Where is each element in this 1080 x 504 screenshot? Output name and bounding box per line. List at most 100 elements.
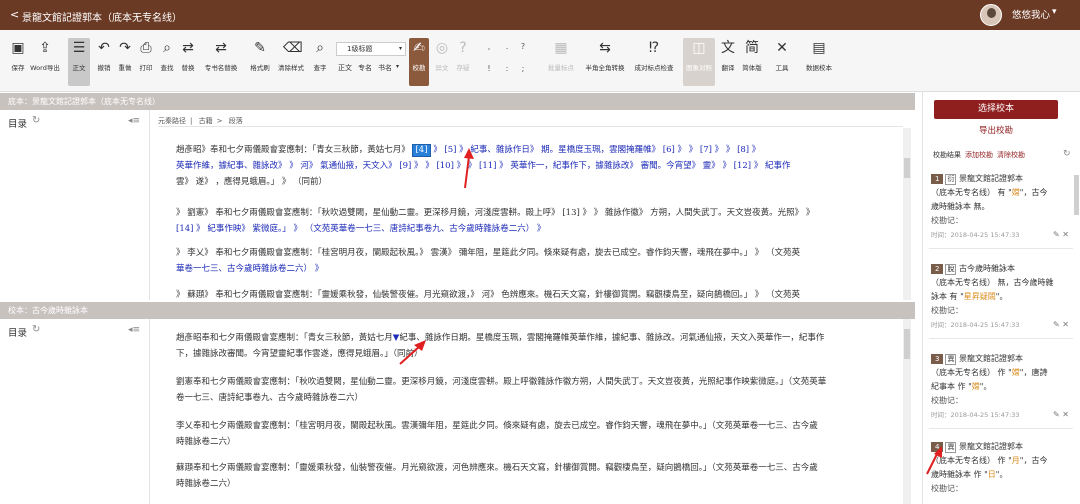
simplified-button[interactable]: 简简体版 [741,38,763,86]
redo-button[interactable]: ↷ 重做 [115,38,135,86]
book-replace-icon: ⇄ [215,40,227,56]
punct-period-button[interactable]: . [502,42,512,52]
collation-scrollbar[interactable] [903,319,911,504]
base-paragraph[interactable]: 》 蘇頲》 奉和七夕兩儀殿會宴應制：「靈媛乘秋發，仙裝警夜催。月光窺欲渡，》 河… [176,287,901,300]
collate-icon: ✍ [413,40,425,56]
breadcrumb: 元秦路径 | 古籍 > 段落 [158,117,243,125]
doubt-button[interactable]: ? 存疑 [453,38,473,86]
find-icon: ⌕ [163,40,171,56]
avatar[interactable] [980,4,1002,26]
book-replace-button[interactable]: ⇄ 专书名替换 [201,38,241,86]
pair-punct-icon: ⁉ [648,40,660,56]
data-collate-button[interactable]: ▤ 数据校本 [804,38,834,86]
chevron-down-icon: ▾ [398,45,402,52]
collation-paragraph[interactable]: 劉憲奉和七夕兩儀殿會宴應制：「秋吹過雙闕，星仙動二靈。更深移月鏡，河淺度雲軿。殿… [176,374,901,406]
collation-card[interactable]: 1衍 景龍文館記證郭本 （底本无专名线） 有 "嫦"，古今 歲時雜詠本 無。 校… [929,172,1073,249]
lookup-char-button[interactable]: ⌕ 查字 [309,38,331,86]
heading-level-select[interactable]: 1级标题 ▾ [336,42,406,56]
results-scrollbar[interactable] [1074,175,1079,215]
image-compare-icon: ◫ [692,40,706,56]
punct-question-button[interactable]: ? [518,42,528,52]
collation-card[interactable]: 2脫 古今歲時雜詠本 （底本无专名线） 無，古今歲時雜 詠本 有 "星昇疑闕"。… [929,262,1073,339]
divider [158,126,903,127]
data-collate-icon: ▤ [812,40,826,56]
format-text-button[interactable]: 正文 [338,63,352,73]
clear-style-button[interactable]: ⌫ 清除样式 [276,38,306,86]
tab-collation-results[interactable]: 校勘结果 [933,151,961,159]
base-paragraph[interactable]: 趙彥昭》奉和七夕兩儀殿會宴應制：「青女三秋節，黃姑七月》 [4] 》 [5] 》… [176,142,901,190]
tab-add-collation[interactable]: 添加校勘 [965,151,993,159]
base-scrollbar[interactable] [903,128,911,300]
pair-punct-check-button[interactable]: ⁉ 成对标点检查 [632,38,676,86]
format-book-name-button[interactable]: 书名 [378,63,392,73]
refresh-icon[interactable]: ↻ [32,115,40,126]
collapse-icon[interactable]: ◂≡ [128,325,140,335]
chevron-down-icon[interactable]: ▾ [1052,7,1057,17]
tools-button[interactable]: ✕ 工具 [771,38,793,86]
variant-button[interactable]: ◎ 异文 [432,38,452,86]
breadcrumb-item[interactable]: 古籍 [199,117,213,125]
image-compare-button[interactable]: ◫ 图象对照 [683,38,715,86]
width-convert-button[interactable]: ⇆ 半角全角转换 [583,38,627,86]
breadcrumb-item[interactable]: 段落 [229,117,243,125]
edit-icon[interactable]: ✎ ✕ [1053,228,1069,242]
format-proper-name-button[interactable]: 专名 [358,63,372,73]
base-toc-panel: 目录 ↻ ◂≡ [0,110,150,300]
doubt-icon: ? [459,40,467,56]
title-bar: < 景龍文館記證郭本（底本无专名线） 悠悠我心 ▾ [0,0,1080,30]
select-collation-copy-button[interactable]: 选择校本 [934,100,1058,119]
export-collation-link[interactable]: 导出校勘 [923,124,1069,136]
replace-icon: ⇄ [182,40,194,56]
collation-card[interactable]: 4異 景龍文館記證郭本 （底本无专名线） 作 "月"，古今 歲時雜詠本 作 "日… [931,440,1071,496]
results-tabs: 校勘结果 添加校勘 清除校勘 [933,150,1025,160]
tab-clear-collation[interactable]: 清除校勘 [997,151,1025,159]
batch-punct-button[interactable]: ▦ 批量标点 [545,38,577,86]
clear-style-icon: ⌫ [283,40,303,56]
translate-icon: 文 [721,40,735,56]
format-brush-button[interactable]: ✎ 格式刷 [248,38,272,86]
collapse-icon[interactable]: ◂≡ [128,116,140,126]
base-text-panel-header: 底本：景龍文館記證郭本（底本无专名线） [0,93,915,110]
toolbar: ▣ 保存 ⇪ Word导出 ☰ 正文 ↶ 撤销 ↷ 重做 ⎙ 打印 ⌕ 查找 ⇄ 替换 ⇄ 专书名… [0,30,1080,92]
simplified-icon: 简 [745,40,759,56]
collation-toc-panel: 目录 ↻ ◂≡ [0,319,150,504]
tools-icon: ✕ [776,40,788,56]
edit-icon[interactable]: ✎ ✕ [1053,318,1069,332]
word-export-button[interactable]: ⇪ Word导出 [30,38,60,86]
replace-button[interactable]: ⇄ 替换 [178,38,198,86]
base-paragraph[interactable]: 》 劉憲》 奉和七夕兩儀殿會宴應制：「秋吹過雙闕，星仙動二靈。更深移月鏡，河淺度… [176,205,901,237]
save-icon: ▣ [11,40,25,56]
collation-paragraph[interactable]: 趙彥昭奉和七夕兩儀殿會宴應制：「青女三秋節，黃姑七月▼紀事、雜詠作日期。星橋度玉… [176,330,901,362]
refresh-icon[interactable]: ↻ [32,324,40,335]
collation-paragraph[interactable]: 李乂奉和七夕兩儀殿會宴應制：「桂宮明月夜，闌殿起秋風。雲漢彌年阻，星筵此夕同。倏… [176,418,901,450]
punct-exclaim-button[interactable]: ! [484,64,494,74]
collation-mark-selected[interactable]: [4] [412,144,431,157]
annotation-arrow-icon [399,340,426,365]
back-icon[interactable]: < [10,8,19,21]
base-paragraph[interactable]: 》 李乂》 奉和七夕兩儀殿會宴應制：「桂宮明月夜，闌殿起秋風。》 雲漢》 彌年阻… [176,245,901,277]
find-button[interactable]: ⌕ 查找 [157,38,177,86]
redo-icon: ↷ [119,40,131,56]
user-name[interactable]: 悠悠我心 [1012,7,1050,21]
print-icon: ⎙ [140,40,152,56]
translate-button[interactable]: 文翻译 [718,38,738,86]
width-convert-icon: ⇆ [599,40,611,56]
punct-colon-button[interactable]: : [502,64,512,74]
chevron-down-icon[interactable]: ▾ [396,63,399,70]
collate-button[interactable]: ✍ 校勘 [409,38,429,86]
word-export-icon: ⇪ [39,40,51,56]
undo-icon: ↶ [98,40,110,56]
edit-icon[interactable]: ✎ ✕ [1053,408,1069,422]
punct-comma-button[interactable]: , [484,42,494,52]
breadcrumb-item[interactable]: 元秦路径 [158,117,186,125]
collation-paragraph[interactable]: 蘇頲奉和七夕兩儀殿會宴應制：「靈媛乘秋發，仙裝警夜催。月光窺欲渡，河色辨應來。機… [176,460,901,492]
refresh-icon[interactable]: ↻ [1063,149,1071,159]
undo-button[interactable]: ↶ 撤销 [94,38,114,86]
collation-card[interactable]: 3異 景龍文館記證郭本 （底本无专名线） 作 "嫦"，唐詩 紀事本 作 "嫦"。… [929,352,1073,429]
punct-semicolon-button[interactable]: ; [518,64,528,74]
text-button[interactable]: ☰ 正文 [68,38,90,86]
save-button[interactable]: ▣ 保存 [6,38,30,86]
print-button[interactable]: ⎙ 打印 [136,38,156,86]
variant-icon: ◎ [435,40,449,56]
annotation-arrow-icon [464,148,474,189]
